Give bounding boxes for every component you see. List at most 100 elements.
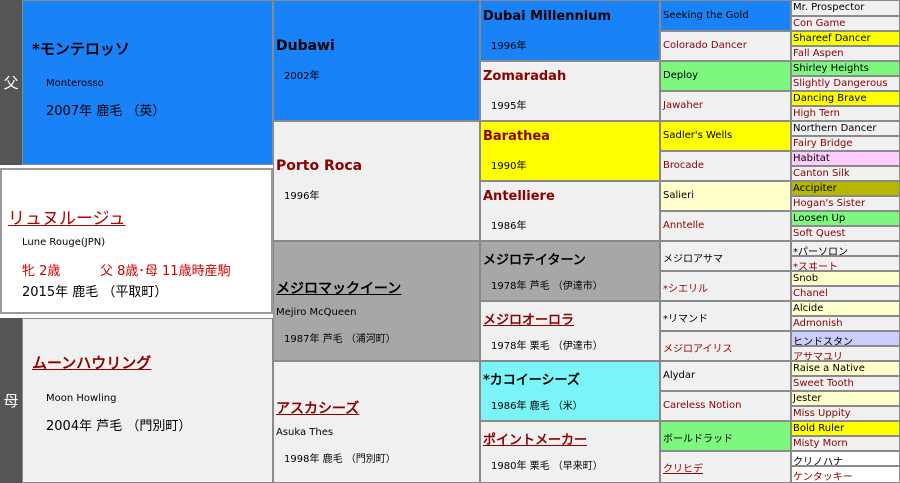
g4-name[interactable]: *シエリル (663, 280, 708, 295)
g5-name[interactable]: Admonish (793, 318, 843, 329)
g3-name[interactable]: Antelliere (483, 189, 555, 204)
g4-name[interactable]: Seeking the Gold (663, 10, 749, 21)
g4-cell[interactable]: Alydar (660, 361, 791, 391)
dam-name[interactable]: ムーンハウリング (32, 352, 151, 373)
g5-cell[interactable]: Hogan's Sister (791, 196, 900, 211)
g3-cell[interactable]: Barathea 1990年 (480, 121, 660, 181)
g4-cell[interactable]: クリヒデ (660, 451, 791, 483)
g4-cell[interactable]: Deploy (660, 61, 791, 91)
g4-name[interactable]: ボールドラッド (663, 430, 733, 445)
subject-name[interactable]: リュヌルージュ (8, 204, 125, 229)
g2-name[interactable]: メジロマックイーン (276, 278, 401, 298)
g4-cell[interactable]: メジロアサマ (660, 241, 791, 271)
g5-name[interactable]: *パーソロン (793, 243, 848, 255)
g4-cell[interactable]: Jawaher (660, 91, 791, 121)
g5-cell[interactable]: Snob (791, 271, 900, 286)
g5-cell[interactable]: Mr. Prospector (791, 0, 900, 16)
g3-name[interactable]: Zomaradah (483, 69, 566, 84)
g5-name[interactable]: Snob (793, 273, 818, 284)
dam-cell[interactable]: ムーンハウリング Moon Howling 2004年 芦毛 （門別町） (22, 318, 273, 483)
g5-cell[interactable]: Alcide (791, 301, 900, 316)
g5-name[interactable]: Mr. Prospector (793, 2, 864, 13)
sire-name[interactable]: *モンテロッソ (32, 38, 130, 59)
g5-name[interactable]: Habitat (793, 153, 830, 164)
g4-name[interactable]: メジロアイリス (663, 340, 733, 355)
g4-cell[interactable]: メジロアイリス (660, 331, 791, 361)
g5-name[interactable]: Dancing Brave (793, 93, 866, 104)
g4-name[interactable]: Sadler's Wells (663, 130, 732, 141)
g3-cell[interactable]: Dubai Millennium 1996年 (480, 0, 660, 61)
g5-cell[interactable]: Canton Silk (791, 166, 900, 181)
g4-name[interactable]: クリヒデ (663, 460, 703, 475)
g5-cell[interactable]: Shareef Dancer (791, 31, 900, 46)
g5-name[interactable]: Alcide (793, 303, 823, 314)
g5-cell[interactable]: Fairy Bridge (791, 136, 900, 151)
g5-cell[interactable]: Bold Ruler (791, 421, 900, 436)
g5-name[interactable]: Fall Aspen (793, 48, 844, 59)
g4-cell[interactable]: Brocade (660, 151, 791, 181)
g5-cell[interactable]: *パーソロン (791, 241, 900, 256)
g4-cell[interactable]: Seeking the Gold (660, 0, 791, 31)
g5-cell[interactable]: ケンタッキー (791, 466, 900, 483)
g5-cell[interactable]: Dancing Brave (791, 91, 900, 106)
g5-name[interactable]: クリノハナ (793, 453, 843, 465)
g5-cell[interactable]: Slightly Dangerous (791, 76, 900, 91)
g5-cell[interactable]: High Tern (791, 106, 900, 121)
g4-cell[interactable]: Salieri (660, 181, 791, 211)
g5-cell[interactable]: Sweet Tooth (791, 376, 900, 391)
g3-name[interactable]: メジロオーロラ (483, 309, 574, 328)
g5-name[interactable]: Con Game (793, 18, 845, 29)
g5-cell[interactable]: Jester (791, 391, 900, 406)
g5-name[interactable]: Shareef Dancer (793, 33, 871, 44)
g4-cell[interactable]: Colorado Dancer (660, 31, 791, 61)
g5-name[interactable]: Chanel (793, 288, 828, 299)
g5-cell[interactable]: Soft Quest (791, 226, 900, 241)
g3-name[interactable]: *カコイーシーズ (483, 369, 580, 388)
g4-cell[interactable]: *リマンド (660, 301, 791, 331)
g5-cell[interactable]: Raise a Native (791, 361, 900, 376)
g3-cell[interactable]: Zomaradah 1995年 (480, 61, 660, 121)
g5-name[interactable]: ケンタッキー (793, 468, 853, 482)
g4-name[interactable]: Salieri (663, 190, 694, 201)
g5-name[interactable]: Jester (793, 393, 822, 404)
g5-cell[interactable]: Accipiter (791, 181, 900, 196)
g5-name[interactable]: Loosen Up (793, 213, 845, 224)
g3-cell[interactable]: Antelliere 1986年 (480, 181, 660, 241)
g4-name[interactable]: Jawaher (663, 100, 703, 111)
g3-cell[interactable]: メジロテイターン 1978年 芦毛 （伊達市） (480, 241, 660, 301)
g4-cell[interactable]: ボールドラッド (660, 421, 791, 451)
g5-cell[interactable]: Admonish (791, 316, 900, 331)
g5-cell[interactable]: Shirley Heights (791, 61, 900, 76)
g5-name[interactable]: Slightly Dangerous (793, 78, 888, 89)
g4-name[interactable]: Careless Notion (663, 400, 741, 411)
g4-name[interactable]: Deploy (663, 70, 698, 81)
g4-cell[interactable]: *シエリル (660, 271, 791, 301)
g5-name[interactable]: Misty Morn (793, 438, 848, 449)
g5-name[interactable]: Canton Silk (793, 168, 850, 179)
g3-name[interactable]: Dubai Millennium (483, 9, 611, 24)
g5-name[interactable]: Fairy Bridge (793, 138, 853, 149)
g5-cell[interactable]: Fall Aspen (791, 46, 900, 61)
g5-cell[interactable]: Con Game (791, 16, 900, 31)
g2-cell[interactable]: メジロマックイーン Mejiro McQueen 1987年 芦毛 （浦河町） (273, 241, 480, 361)
g2-cell[interactable]: アスカシーズ Asuka Thes 1998年 鹿毛 （門別町） (273, 361, 480, 483)
g4-cell[interactable]: Sadler's Wells (660, 121, 791, 151)
g4-name[interactable]: Anntelle (663, 220, 704, 231)
g4-cell[interactable]: Anntelle (660, 211, 791, 241)
g3-cell[interactable]: メジロオーロラ 1978年 栗毛 （伊達市） (480, 301, 660, 361)
g5-cell[interactable]: Chanel (791, 286, 900, 301)
g5-cell[interactable]: Miss Uppity (791, 406, 900, 421)
g2-name[interactable]: アスカシーズ (276, 398, 359, 418)
g5-name[interactable]: Hogan's Sister (793, 198, 865, 209)
g5-name[interactable]: *スヰート (793, 258, 838, 270)
g5-cell[interactable]: ヒンドスタン (791, 331, 900, 346)
g3-cell[interactable]: *カコイーシーズ 1986年 鹿毛 （米） (480, 361, 660, 421)
g4-name[interactable]: Alydar (663, 370, 695, 381)
g3-name[interactable]: ポイントメーカー (483, 429, 587, 448)
g5-name[interactable]: Soft Quest (793, 228, 845, 239)
g2-name[interactable]: Dubawi (276, 38, 335, 54)
g5-cell[interactable]: アサマユリ (791, 346, 900, 361)
g3-name[interactable]: Barathea (483, 129, 550, 144)
g5-cell[interactable]: Habitat (791, 151, 900, 166)
g2-cell[interactable]: Porto Roca 1996年 (273, 121, 480, 241)
